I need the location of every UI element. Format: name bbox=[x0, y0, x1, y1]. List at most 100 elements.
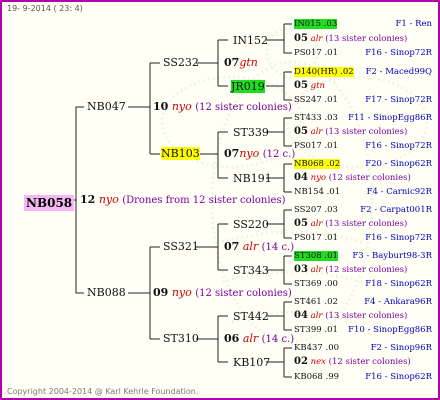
gen3-info: 05 gtn bbox=[294, 81, 325, 91]
gen2-name: NB103 bbox=[161, 147, 200, 160]
gen3-gen: 05 bbox=[294, 126, 308, 137]
gen1-note: (12 sister colonies) bbox=[195, 288, 292, 299]
gen2-node[interactable]: NB103 bbox=[161, 147, 200, 160]
gen4-node[interactable]: PS017 .01 bbox=[294, 49, 338, 58]
gen4-node[interactable]: D140(HR) .02 bbox=[294, 67, 354, 77]
gen3-node[interactable]: KB107 bbox=[233, 357, 270, 368]
gen4-id: ST461 .02 bbox=[294, 297, 338, 307]
gen2-node[interactable]: SS321 bbox=[163, 241, 199, 252]
gen4-node[interactable]: NB154 .01 bbox=[294, 188, 340, 197]
gen4-node[interactable]: SS247 .01 bbox=[294, 96, 338, 105]
gen1-node[interactable]: NB047 bbox=[87, 101, 126, 112]
gen1-name: NB047 bbox=[87, 100, 126, 113]
gen3-info: 05 alr (13 sister colonies) bbox=[294, 127, 407, 137]
gen4-origin: F2 - Maced99Q bbox=[365, 67, 432, 77]
gen2-node[interactable]: SS232 bbox=[163, 57, 199, 68]
gen4-origin: F16 - Sinop72R bbox=[365, 48, 432, 58]
gen3-node[interactable]: NB191 bbox=[233, 173, 272, 184]
gen3-code: alr bbox=[310, 34, 323, 44]
root-node[interactable]: NB058 bbox=[24, 194, 75, 211]
gen4-origin: F10 - SinopEgg86R bbox=[348, 325, 432, 335]
gen2-name: SS232 bbox=[163, 56, 199, 69]
gen3-name: IN152 bbox=[233, 34, 268, 47]
gen1-code: nyo bbox=[171, 100, 192, 113]
gen4-id: SS207 .03 bbox=[294, 205, 338, 215]
gen4-origin: F2 - Carpat001R bbox=[360, 205, 432, 215]
gen3-info: 02 nex (12 sister colonies) bbox=[294, 357, 411, 367]
gen2-node[interactable]: ST310 bbox=[163, 333, 199, 344]
gen4-node[interactable]: KB437 .00 bbox=[294, 344, 339, 353]
gen4-id: PS017 .01 bbox=[294, 233, 338, 243]
gen4-node[interactable]: SS207 .03 bbox=[294, 206, 338, 215]
gen4-node[interactable]: NB068 .02 bbox=[294, 159, 341, 169]
gen3-info: 05 alr (13 sister colonies) bbox=[294, 34, 407, 44]
pedigree-frame: 19- 9-2014 ( 23: 4) NB058 12 nyo (Drones… bbox=[0, 0, 440, 400]
gen3-info: 04 nyo (12 sister colonies) bbox=[294, 173, 411, 183]
gen1-gen: 09 bbox=[153, 286, 169, 299]
gen3-name: NB191 bbox=[233, 172, 272, 185]
gen1-node[interactable]: NB088 bbox=[87, 287, 126, 298]
gen4-id: ST308 .01 bbox=[294, 251, 338, 261]
gen3-node[interactable]: ST343 bbox=[233, 265, 269, 276]
copyright-footer: Copyright 2004-2014 @ Karl Kehrle Founda… bbox=[7, 387, 199, 396]
gen4-origin: F1 - Ren bbox=[395, 19, 433, 29]
gen4-node[interactable]: ST433 .03 bbox=[294, 114, 338, 123]
gen1-info: 10 nyo (12 sister colonies) bbox=[153, 101, 292, 113]
gen1-gen: 10 bbox=[153, 100, 169, 113]
gen4-id: NB068 .02 bbox=[294, 159, 341, 169]
gen4-id: KB437 .00 bbox=[294, 343, 340, 353]
gen2-note: (14 c.) bbox=[261, 242, 295, 253]
gen2-info: 06 alr (14 c.) bbox=[224, 333, 294, 345]
gen3-gen: 05 bbox=[294, 80, 308, 91]
gen2-code: alr bbox=[242, 240, 259, 253]
gen3-code: alr bbox=[310, 311, 323, 321]
gen4-origin: F16 - Sinop72R bbox=[365, 233, 432, 243]
gen1-info: 09 nyo (12 sister colonies) bbox=[153, 287, 292, 299]
gen2-note: (12 c.) bbox=[262, 149, 296, 160]
gen3-gen: 02 bbox=[294, 356, 308, 367]
gen3-node[interactable]: ST442 bbox=[233, 311, 269, 322]
gen4-id: SS247 .01 bbox=[294, 95, 338, 105]
gen3-node[interactable]: SS220 bbox=[233, 219, 269, 230]
gen3-info: 03 alr (12 sister colonies) bbox=[294, 265, 407, 275]
gen2-info: 07 alr (14 c.) bbox=[224, 241, 294, 253]
gen4-id: PS017 .01 bbox=[294, 48, 338, 58]
gen4-node[interactable]: KB068 .99 bbox=[294, 373, 339, 382]
gen4-origin: F18 - Sinop62R bbox=[365, 279, 432, 289]
gen3-gen: 05 bbox=[294, 218, 308, 229]
gen4-node[interactable]: ST308 .01 bbox=[294, 251, 338, 261]
gen3-code: nyo bbox=[310, 173, 327, 183]
gen4-origin: F20 - Sinop62R bbox=[365, 159, 432, 169]
gen2-gen: 06 bbox=[224, 332, 240, 345]
gen4-origin: F4 - Carnic92R bbox=[366, 187, 432, 197]
gen3-note: (13 sister colonies) bbox=[325, 311, 408, 321]
gen3-name: JR019 bbox=[231, 80, 265, 93]
gen4-node[interactable]: ST399 .01 bbox=[294, 326, 338, 335]
gen4-id: KB068 .99 bbox=[294, 372, 340, 382]
gen3-code: alr bbox=[310, 219, 323, 229]
gen4-node[interactable]: IN015 .03 bbox=[294, 19, 338, 29]
gen3-name: ST343 bbox=[233, 264, 269, 277]
gen2-name: SS321 bbox=[163, 240, 199, 253]
gen4-node[interactable]: PS017 .01 bbox=[294, 142, 338, 151]
gen3-name: ST442 bbox=[233, 310, 269, 323]
gen4-node[interactable]: PS017 .01 bbox=[294, 234, 338, 243]
gen3-gen: 03 bbox=[294, 264, 308, 275]
gen3-code: nex bbox=[310, 357, 326, 367]
gen3-node[interactable]: IN152 bbox=[233, 35, 268, 46]
gen2-code: gtn bbox=[239, 56, 258, 69]
gen2-gen: 07 bbox=[224, 240, 240, 253]
gen3-name: KB107 bbox=[233, 356, 271, 369]
gen2-info: 07gtn bbox=[224, 57, 258, 68]
gen3-node[interactable]: ST339 bbox=[233, 127, 269, 138]
root-note: (Drones from 12 sister colonies) bbox=[122, 195, 286, 206]
gen2-code: nyo bbox=[239, 147, 260, 160]
gen3-node[interactable]: JR019 bbox=[231, 80, 265, 93]
root-gen: 12 bbox=[80, 193, 96, 206]
gen4-node[interactable]: ST461 .02 bbox=[294, 298, 338, 307]
gen3-gen: 05 bbox=[294, 33, 308, 44]
gen4-id: IN015 .03 bbox=[294, 19, 338, 29]
gen2-info: 07nyo (12 c.) bbox=[224, 148, 295, 160]
gen4-node[interactable]: ST369 .00 bbox=[294, 280, 338, 289]
gen3-note: (13 sister colonies) bbox=[325, 34, 408, 44]
